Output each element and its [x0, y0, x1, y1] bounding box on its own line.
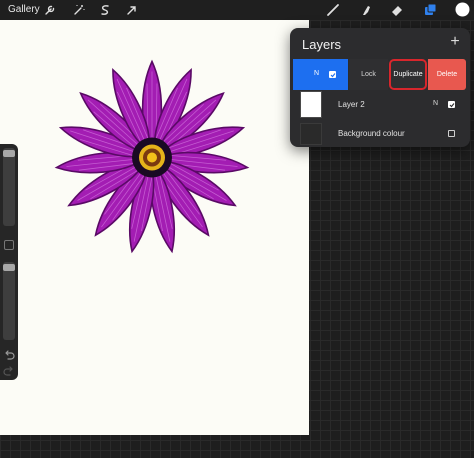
checkmark-icon: [330, 72, 335, 77]
layer-blend-mode[interactable]: N: [433, 100, 438, 107]
eraser-icon[interactable]: [390, 3, 404, 17]
selection-icon[interactable]: [98, 3, 112, 17]
modify-button[interactable]: [4, 240, 14, 250]
duplicate-layer-button[interactable]: Duplicate: [389, 59, 427, 90]
checkmark-icon: [449, 102, 454, 107]
layers-icon[interactable]: [423, 3, 437, 17]
color-swatch[interactable]: [455, 2, 470, 17]
layer-row-layer-2[interactable]: Layer 2 N: [293, 91, 468, 119]
left-sidebar: [0, 144, 18, 380]
top-toolbar: Gallery: [0, 0, 474, 20]
opacity-slider[interactable]: [3, 262, 15, 340]
undo-icon[interactable]: [3, 350, 15, 360]
transform-arrow-icon[interactable]: [125, 3, 139, 17]
background-visibility-checkbox[interactable]: [448, 130, 455, 137]
wrench-icon[interactable]: [43, 3, 57, 17]
layers-panel: Layers + N Lock Duplicate Delete Layer 2…: [290, 28, 470, 147]
layer-visibility-checkbox[interactable]: [448, 101, 455, 108]
brush-size-slider[interactable]: [3, 148, 15, 226]
layers-panel-title: Layers: [302, 37, 342, 52]
layer-thumbnail: [300, 91, 322, 118]
layer-name: Layer 2: [338, 100, 365, 109]
brush-icon[interactable]: [326, 3, 340, 17]
flower-illustration: [54, 60, 250, 255]
layer-row-background-colour[interactable]: Background colour: [293, 120, 468, 148]
magic-wand-icon[interactable]: [72, 3, 86, 17]
lock-layer-button[interactable]: Lock: [349, 59, 388, 90]
layer-name: Background colour: [338, 129, 405, 138]
active-layer-row[interactable]: N: [293, 59, 348, 90]
brush-size-thumb[interactable]: [3, 150, 15, 157]
active-layer-visibility-checkbox[interactable]: [329, 71, 336, 78]
background-colour-swatch: [300, 123, 322, 145]
active-layer-blend-mode[interactable]: N: [314, 70, 319, 77]
smudge-icon[interactable]: [359, 3, 373, 17]
delete-layer-button[interactable]: Delete: [428, 59, 466, 90]
gallery-button[interactable]: Gallery: [8, 4, 40, 15]
add-layer-button[interactable]: +: [447, 33, 463, 51]
opacity-thumb[interactable]: [3, 264, 15, 271]
drawing-canvas[interactable]: [0, 20, 309, 435]
redo-icon[interactable]: [3, 366, 15, 376]
